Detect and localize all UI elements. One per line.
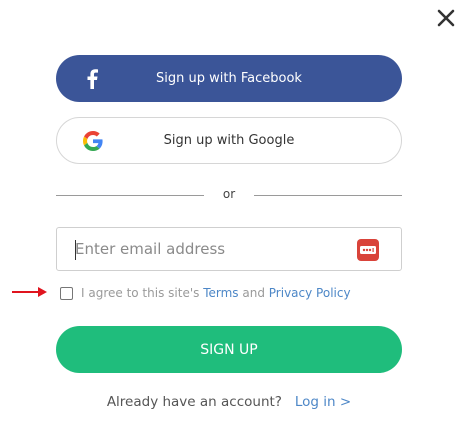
agree-row: I agree to this site's Terms and Privacy…: [60, 284, 351, 302]
login-prompt-row: Already have an account? Log in >: [0, 394, 458, 410]
google-icon: [83, 130, 103, 151]
signup-button[interactable]: SIGN UP: [56, 326, 402, 373]
email-field: [56, 227, 402, 271]
agree-prefix: I agree to this site's: [81, 286, 200, 300]
password-manager-icon[interactable]: [357, 239, 379, 261]
agree-and: and: [242, 286, 265, 300]
login-prompt: Already have an account?: [106, 394, 282, 410]
annotation-arrow: [12, 287, 47, 297]
text-cursor: [75, 240, 76, 260]
facebook-icon: [82, 68, 102, 89]
privacy-policy-link[interactable]: Privacy Policy: [269, 286, 351, 300]
divider-text: or: [222, 187, 236, 201]
google-signup-button[interactable]: Sign up with Google: [56, 117, 402, 164]
signup-button-label: SIGN UP: [200, 341, 258, 358]
login-link[interactable]: Log in >: [295, 394, 351, 410]
google-signup-label: Sign up with Google: [163, 133, 295, 148]
terms-link[interactable]: Terms: [203, 286, 238, 300]
facebook-signup-button[interactable]: Sign up with Facebook: [56, 55, 402, 102]
close-icon: [437, 9, 455, 27]
agree-checkbox[interactable]: [60, 286, 73, 300]
facebook-signup-label: Sign up with Facebook: [156, 71, 302, 86]
divider-line-right: [254, 195, 402, 196]
or-divider: or: [56, 187, 402, 203]
email-input[interactable]: [57, 228, 401, 270]
close-button[interactable]: [436, 8, 456, 28]
